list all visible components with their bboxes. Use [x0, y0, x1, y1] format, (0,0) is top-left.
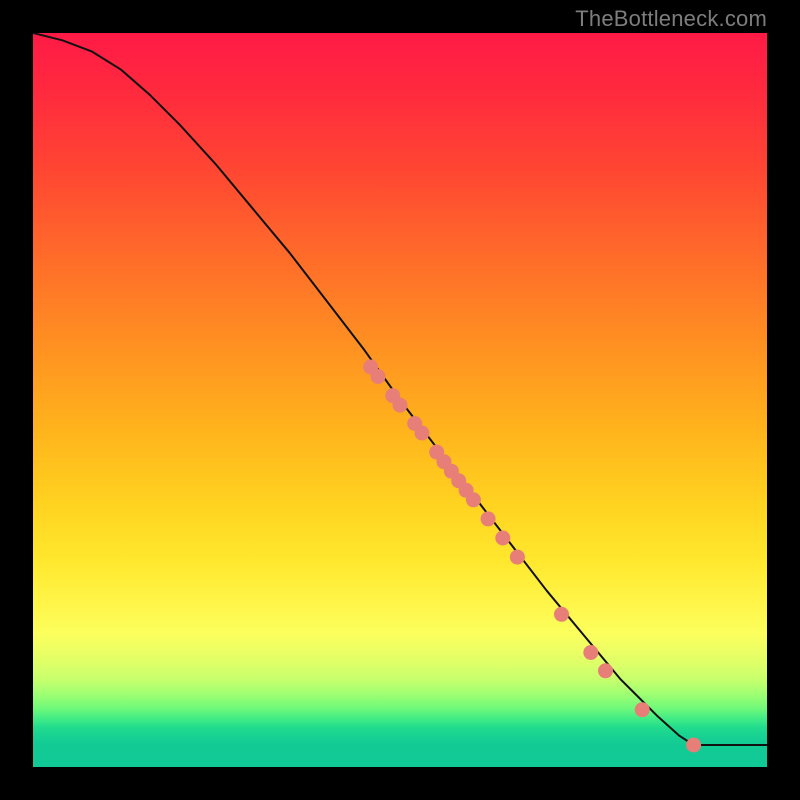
data-marker — [481, 511, 496, 526]
data-marker — [583, 645, 598, 660]
data-marker — [495, 531, 510, 546]
watermark-text: TheBottleneck.com — [575, 6, 767, 32]
data-marker — [554, 607, 569, 622]
data-marker — [510, 550, 525, 565]
data-marker — [466, 492, 481, 507]
data-marker — [635, 702, 650, 717]
data-marker — [371, 369, 386, 384]
data-marker — [393, 398, 408, 413]
bottleneck-curve — [33, 33, 767, 745]
data-marker — [686, 738, 701, 753]
data-marker — [598, 663, 613, 678]
plot-area — [33, 33, 767, 767]
data-markers — [363, 360, 701, 753]
data-marker — [415, 426, 430, 441]
chart-frame: TheBottleneck.com — [0, 0, 800, 800]
curve-svg — [33, 33, 767, 767]
